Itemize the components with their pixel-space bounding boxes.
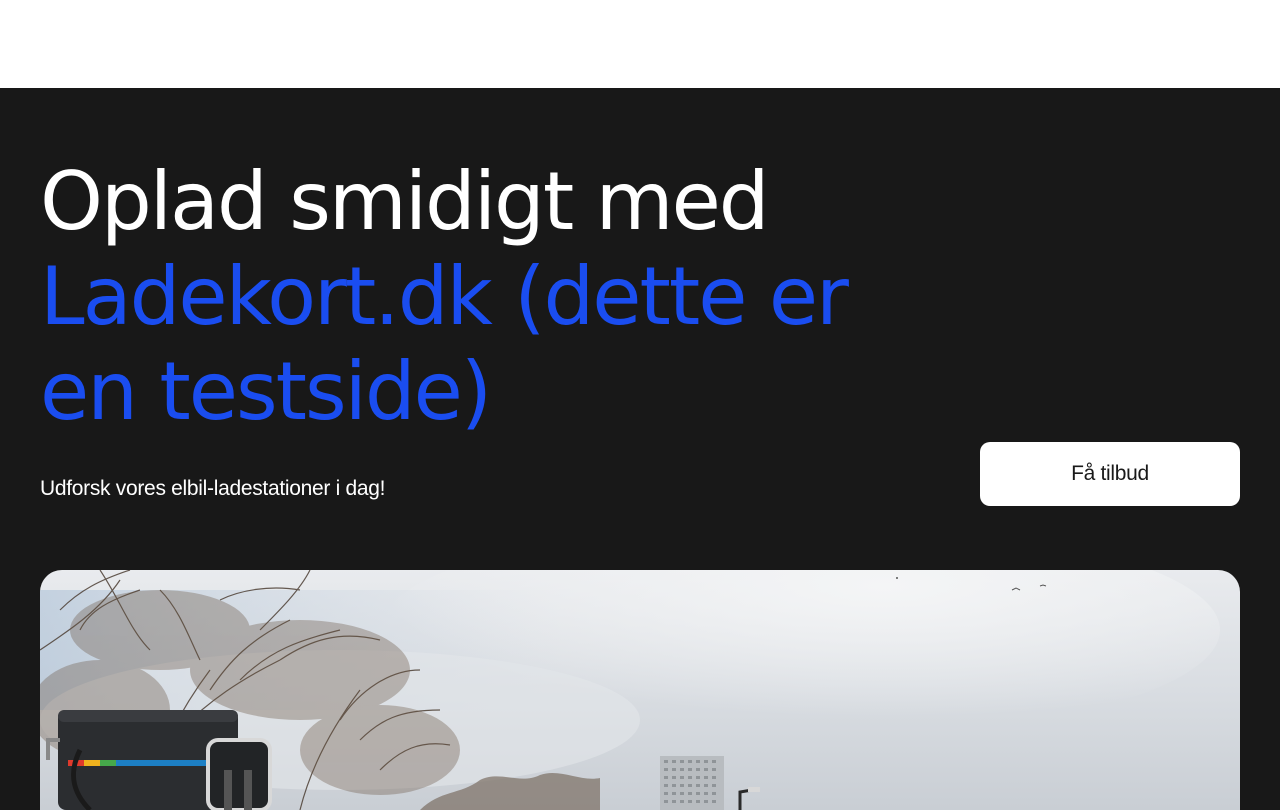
hero-headline-line1: Oplad smidigt med xyxy=(40,155,770,248)
hero-headline: Oplad smidigt med Ladekort.dk (dette er … xyxy=(40,154,940,439)
hero-headline-accent: Ladekort.dk (dette er en testside) xyxy=(40,250,849,438)
site-header xyxy=(0,0,1280,88)
hero-section: Oplad smidigt med Ladekort.dk (dette er … xyxy=(0,88,1280,810)
hero-image xyxy=(40,570,1240,810)
get-quote-button-label: Få tilbud xyxy=(1071,462,1149,485)
get-quote-button[interactable]: Få tilbud xyxy=(980,442,1240,506)
ev-charger xyxy=(46,710,272,810)
hero-subtitle: Udforsk vores elbil-ladestationer i dag! xyxy=(40,477,386,500)
charging-station-photo xyxy=(40,570,1240,810)
